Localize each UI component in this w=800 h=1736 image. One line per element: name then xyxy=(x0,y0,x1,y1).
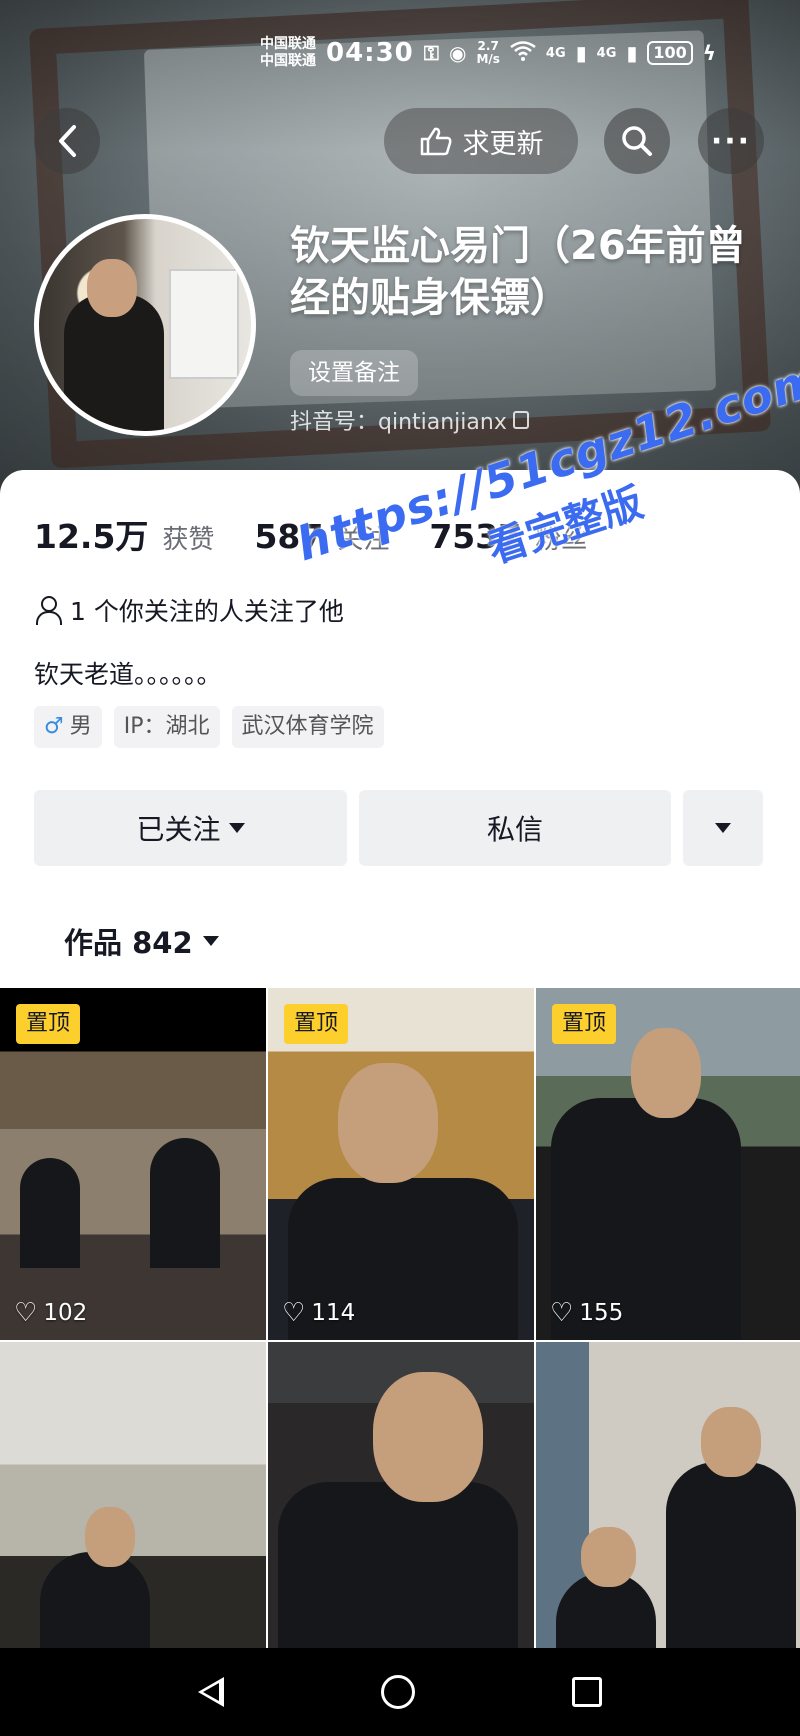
works-tab-label: 作品 842 xyxy=(64,926,193,960)
pinned-badge: 置顶 xyxy=(284,1004,349,1044)
back-button[interactable] xyxy=(34,108,100,174)
carrier-labels: 中国联通 中国联通 xyxy=(260,36,316,70)
profile-bio: 钦天老道。。。。。。 xyxy=(34,660,222,689)
signal-2: 4G xyxy=(596,45,617,61)
nav-home-icon[interactable] xyxy=(380,1675,415,1709)
carrier-2: 中国联通 xyxy=(260,53,316,69)
video-thumbnail[interactable]: 置顶 ♡ 114 xyxy=(268,988,534,1340)
signal-bars-icon: ▮ xyxy=(575,41,587,65)
douyin-id-text: 抖音号：qintianjianx xyxy=(290,410,507,435)
person-icon xyxy=(34,596,62,625)
copy-icon[interactable] xyxy=(512,411,529,429)
pinned-badge: 置顶 xyxy=(16,1004,81,1044)
video-grid: 置顶 ♡ 102 置顶 ♡ 114 置顶 ♡ 155 xyxy=(0,988,800,1648)
likes-label: 获赞 xyxy=(162,525,215,555)
video-thumbnail[interactable]: 置顶 ♡ 102 xyxy=(0,988,266,1340)
video-thumbnail[interactable] xyxy=(0,1342,266,1648)
like-count: ♡ 114 xyxy=(282,1298,356,1328)
following-button-label: 已关注 xyxy=(136,813,221,846)
recommend-dropdown-button[interactable] xyxy=(683,790,763,866)
chevron-left-icon xyxy=(59,125,76,157)
charging-icon: ϟ xyxy=(702,41,716,65)
request-update-label: 求更新 xyxy=(462,128,544,160)
school-tag[interactable]: 武汉体育学院 xyxy=(231,706,384,748)
following-button[interactable]: 已关注 xyxy=(34,790,347,866)
heart-icon: ♡ xyxy=(14,1298,38,1328)
avatar[interactable] xyxy=(34,214,256,436)
carrier-1: 中国联通 xyxy=(260,36,316,52)
ip-tag: IP：湖北 xyxy=(113,706,220,748)
gender-tag: ♂ 男 xyxy=(34,706,102,748)
chevron-down-icon xyxy=(715,823,731,833)
signal-bars-icon: ▮ xyxy=(626,41,638,65)
key-icon: ⚿ xyxy=(423,41,439,65)
wifi-icon xyxy=(510,40,536,66)
signal-1: 4G xyxy=(545,45,566,61)
search-icon xyxy=(622,126,652,156)
profile-tags: ♂ 男 IP：湖北 武汉体育学院 xyxy=(34,706,384,748)
status-clock: 04:30 xyxy=(326,38,414,68)
message-button[interactable]: 私信 xyxy=(359,790,671,866)
male-icon: ♂ xyxy=(44,714,64,739)
thumb-icon xyxy=(420,127,451,156)
nav-recents-icon[interactable] xyxy=(571,1677,602,1707)
more-button[interactable]: ··· xyxy=(698,108,764,174)
douyin-id[interactable]: 抖音号：qintianjianx xyxy=(290,404,529,436)
video-thumbnail[interactable]: 置顶 ♡ 155 xyxy=(536,988,800,1340)
video-thumbnail[interactable] xyxy=(268,1342,534,1648)
tab-works[interactable]: 作品 842 xyxy=(64,920,219,962)
nav-back-icon[interactable] xyxy=(198,1677,225,1707)
profile-name: 钦天监心易门（26年前曾经的贴身保镖） xyxy=(290,223,746,321)
profile-actions: 已关注 私信 xyxy=(34,790,763,866)
message-button-label: 私信 xyxy=(486,813,543,846)
status-bar: 中国联通 中国联通 04:30 ⚿ ◉ 2.7 M/s 4G ▮ 4G ▮ 10… xyxy=(260,28,780,78)
heart-icon: ♡ xyxy=(550,1298,574,1328)
pinned-badge: 置顶 xyxy=(552,1004,617,1044)
battery-indicator: 100 xyxy=(647,41,693,65)
request-update-button[interactable]: 求更新 xyxy=(384,108,578,174)
eye-icon: ◉ xyxy=(449,41,467,65)
system-nav-bar xyxy=(0,1648,800,1736)
set-remark-button[interactable]: 设置备注 xyxy=(290,350,418,396)
like-count: ♡ 155 xyxy=(550,1298,624,1328)
video-thumbnail[interactable] xyxy=(536,1342,800,1648)
mutual-followers-text: 1 个你关注的人关注了他 xyxy=(70,597,344,626)
network-speed: 2.7 M/s xyxy=(476,39,500,66)
chevron-down-icon xyxy=(228,823,245,833)
chevron-down-icon xyxy=(202,936,219,946)
like-count: ♡ 102 xyxy=(14,1298,88,1328)
more-icon: ··· xyxy=(710,123,752,159)
heart-icon: ♡ xyxy=(282,1298,306,1328)
likes-count: 12.5万 xyxy=(34,517,149,556)
search-button[interactable] xyxy=(604,108,670,174)
mutual-followers[interactable]: 1 个你关注的人关注了他 xyxy=(34,592,344,628)
